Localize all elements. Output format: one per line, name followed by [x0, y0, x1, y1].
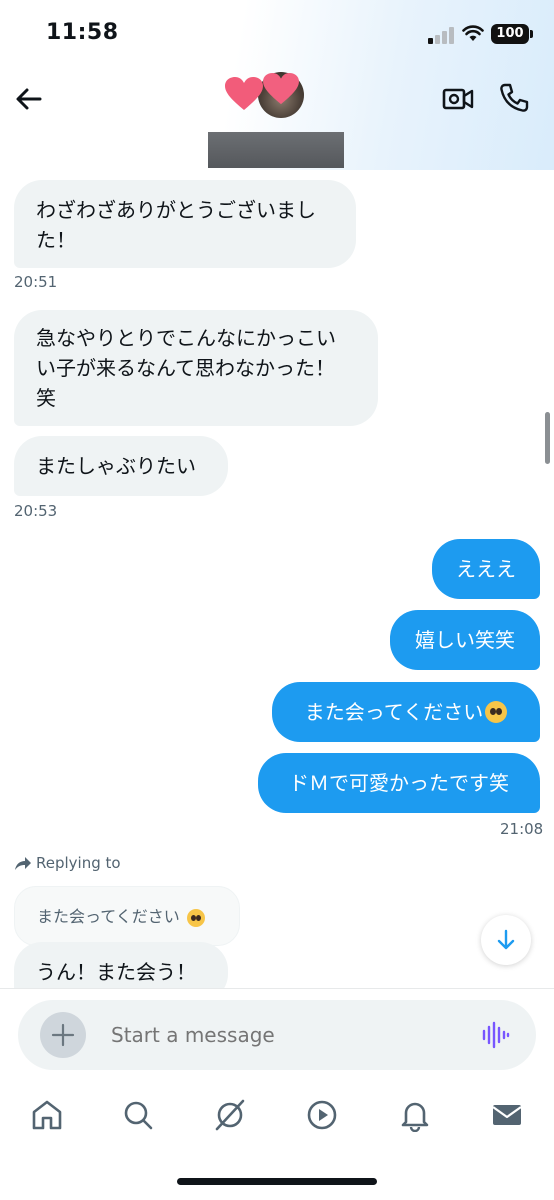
plus-icon	[51, 1023, 75, 1047]
contact-avatar[interactable]	[224, 72, 304, 122]
cellular-signal-icon	[428, 26, 456, 44]
scrollbar[interactable]	[545, 412, 550, 464]
message-text: 笑	[36, 386, 56, 410]
message-timestamp: 21:08	[500, 820, 544, 838]
heart-sticker-icon	[225, 77, 263, 110]
heart-sticker-icon	[263, 72, 299, 105]
outgoing-message-bubble[interactable]: えええ	[432, 539, 540, 599]
quoted-message-text: また会ってください	[37, 907, 180, 926]
incoming-message-bubble[interactable]: またしゃぶりたい	[14, 436, 228, 496]
incoming-message-bubble[interactable]: 急なやりとりでこんなにかっこい い子が来るなんて思わなかった！ 笑	[14, 310, 378, 426]
replying-to-text: Replying to	[36, 854, 121, 872]
pleading-face-emoji-icon	[186, 908, 205, 927]
add-media-button[interactable]	[40, 1012, 86, 1058]
message-text: また会ってください	[304, 700, 484, 724]
bottom-navigation	[0, 1090, 554, 1146]
scroll-to-bottom-button[interactable]	[481, 915, 531, 965]
battery-icon: 100	[491, 24, 533, 44]
status-time: 11:58	[46, 20, 119, 45]
message-text: わざわざありがとうございまし	[36, 198, 316, 222]
video-icon[interactable]	[305, 1098, 339, 1132]
message-timestamp: 20:51	[14, 273, 58, 291]
wifi-icon	[462, 25, 484, 41]
back-arrow-icon[interactable]	[14, 84, 44, 114]
message-text: ドＭで可愛かったです笑	[289, 771, 509, 795]
status-bar: 11:58 100	[0, 0, 554, 70]
message-timestamp: 20:53	[14, 502, 58, 520]
messages-mail-icon[interactable]	[490, 1098, 524, 1132]
message-text: またしゃぶりたい	[36, 454, 196, 478]
message-text: た！	[36, 228, 76, 252]
message-input[interactable]	[111, 1019, 451, 1051]
message-composer	[18, 1000, 536, 1070]
replying-to-label: Replying to	[14, 854, 121, 872]
grok-icon[interactable]	[213, 1098, 247, 1132]
conversation-header	[0, 70, 554, 170]
message-text: えええ	[456, 557, 516, 581]
reply-arrow-icon	[15, 857, 31, 870]
message-text: うん！また会う！	[36, 960, 196, 984]
notifications-bell-icon[interactable]	[398, 1098, 432, 1132]
home-indicator	[177, 1178, 377, 1185]
search-icon[interactable]	[121, 1098, 155, 1132]
arrow-down-icon	[497, 929, 515, 950]
home-icon[interactable]	[30, 1098, 64, 1132]
pleading-face-emoji-icon	[485, 701, 508, 723]
message-text: 嬉しい笑笑	[415, 628, 515, 652]
outgoing-message-bubble[interactable]: ドＭで可愛かったです笑	[258, 753, 540, 813]
incoming-message-bubble[interactable]: わざわざありがとうございまし た！	[14, 180, 356, 268]
outgoing-message-bubble[interactable]: 嬉しい笑笑	[390, 610, 540, 670]
message-text: 急なやりとりでこんなにかっこい	[36, 326, 336, 350]
voice-message-icon[interactable]	[480, 1020, 510, 1050]
video-call-icon[interactable]	[442, 84, 474, 114]
quoted-message[interactable]: また会ってください	[14, 886, 240, 946]
contact-name-redacted	[208, 132, 344, 168]
outgoing-message-bubble[interactable]: また会ってください	[272, 682, 540, 742]
phone-icon[interactable]	[498, 82, 530, 114]
message-text: い子が来るなんて思わなかった！	[36, 356, 335, 380]
